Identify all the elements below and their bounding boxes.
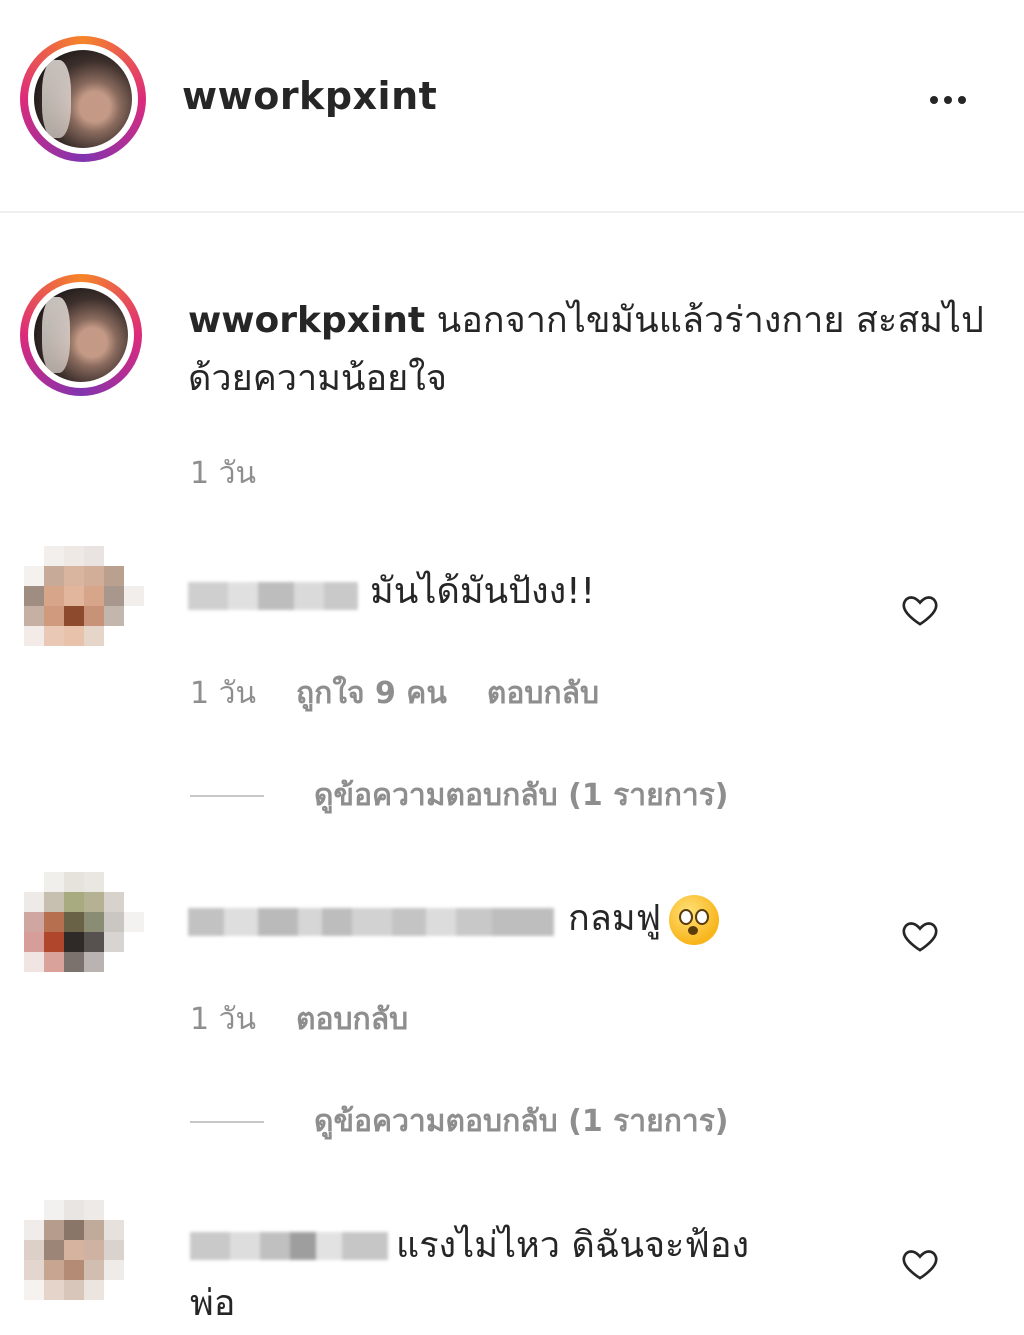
header-divider	[0, 211, 1024, 213]
caption-username[interactable]: wworkpxint	[188, 300, 425, 341]
view-replies-button[interactable]: ดูข้อความตอบกลับ (1 รายการ)	[190, 772, 729, 819]
heart-outline-icon[interactable]	[900, 1244, 940, 1284]
comment-avatar[interactable]	[24, 872, 144, 992]
heart-outline-icon[interactable]	[900, 916, 940, 956]
replies-line	[190, 1120, 264, 1123]
comment-text-line1: แรงไม่ไหว ดิฉันจะฟ้อง	[396, 1225, 750, 1266]
comment-avatar[interactable]	[24, 546, 144, 666]
flushed-face-emoji-icon	[669, 895, 720, 945]
blurred-username[interactable]	[188, 572, 358, 620]
header-avatar[interactable]	[20, 36, 146, 162]
comment-timestamp: 1 วัน	[190, 676, 256, 711]
caption-timestamp: 1 วัน	[190, 456, 256, 491]
caption-avatar[interactable]	[20, 274, 142, 396]
view-replies-label: ดูข้อความตอบกลับ (1 รายการ)	[314, 1104, 729, 1139]
caption: wworkpxint นอกจากไขมันแล้วร่างกาย สะสมไป…	[188, 292, 988, 408]
comment-text-content: กลมฟู	[568, 898, 662, 939]
reply-button[interactable]: ตอบกลับ	[487, 670, 599, 717]
comment-meta: 1 วัน ตอบกลับ	[190, 996, 408, 1043]
comment-avatar[interactable]	[24, 1200, 144, 1320]
header-username[interactable]: wworkpxint	[182, 74, 437, 118]
more-horizontal-icon[interactable]	[930, 96, 966, 104]
blurred-username[interactable]	[188, 898, 554, 946]
comment-text: กลมฟู	[568, 890, 720, 948]
comment-likes-count[interactable]: ถูกใจ 9 คน	[296, 670, 447, 717]
comment-meta: 1 วัน ถูกใจ 9 คน ตอบกลับ	[190, 670, 599, 717]
comment-text-line2: พ่อ	[190, 1283, 236, 1324]
heart-outline-icon[interactable]	[900, 590, 940, 630]
comment-text: มันได้มันปังง!!	[370, 571, 596, 612]
comment-timestamp: 1 วัน	[190, 1002, 256, 1037]
replies-line	[190, 794, 264, 797]
reply-button[interactable]: ตอบกลับ	[296, 996, 408, 1043]
comment-text: แรงไม่ไหว ดิฉันจะฟ้อง พ่อ	[190, 1217, 870, 1333]
view-replies-button[interactable]: ดูข้อความตอบกลับ (1 รายการ)	[190, 1098, 729, 1145]
view-replies-label: ดูข้อความตอบกลับ (1 รายการ)	[314, 778, 729, 813]
